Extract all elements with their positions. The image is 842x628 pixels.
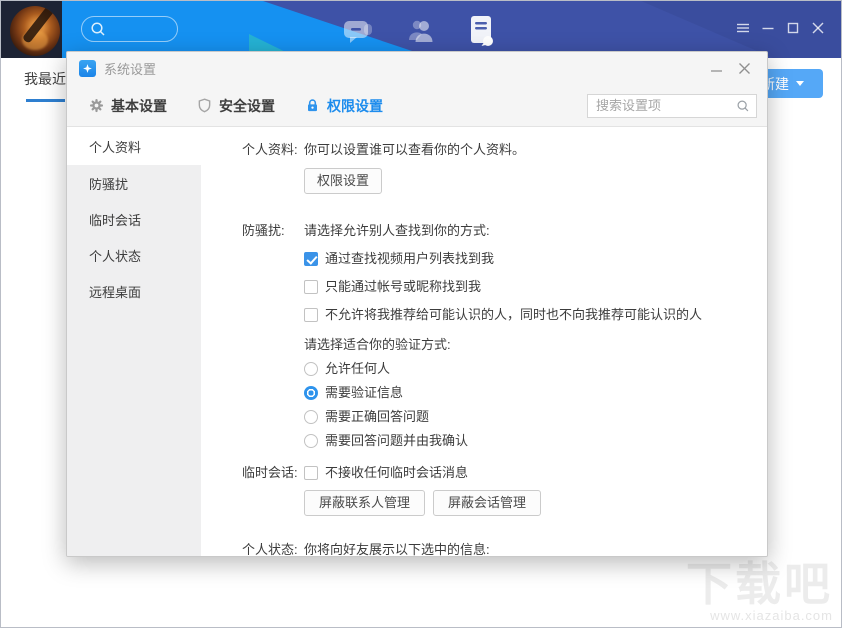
sidebar-item-label: 个人资料 [89, 137, 141, 156]
tab-security-label: 安全设置 [219, 96, 275, 116]
sidebar-item-label: 个人状态 [89, 246, 141, 265]
dialog-tab-bar: 基本设置 安全设置 权限设置 [67, 85, 767, 127]
sidebar-item-label: 防骚扰 [89, 174, 128, 193]
chat-icon[interactable] [342, 17, 374, 45]
app-window: 我最近 新建 下载吧 www.xiazaiba.com 系统设置 [0, 0, 842, 628]
search-icon [90, 21, 106, 37]
dialog-close-icon[interactable] [733, 59, 755, 79]
dialog-minimize-icon[interactable] [705, 59, 727, 79]
checkbox-unchecked[interactable] [304, 466, 318, 480]
checkbox-label: 只能通过帐号或昵称找到我 [325, 278, 481, 296]
settings-content: 个人资料: 你可以设置谁可以查看你的个人资料。 权限设置 防骚扰: 请选择允许别… [201, 127, 767, 556]
close-icon[interactable] [811, 21, 825, 35]
radio-row-answer-question[interactable]: 需要正确回答问题 [304, 408, 749, 426]
tab-recent-active-indicator [26, 99, 65, 102]
radio-row-need-verification[interactable]: 需要验证信息 [304, 384, 749, 402]
watermark-title: 下载吧 [686, 560, 833, 608]
section-anti-harassment: 防骚扰: 请选择允许别人查找到你的方式: 通过查找视频用户列表找到我 只能通过帐… [242, 222, 749, 450]
minimize-icon[interactable] [761, 21, 775, 35]
chevron-down-icon [796, 81, 804, 86]
tab-permission-label: 权限设置 [327, 96, 383, 116]
checkbox-row-account-only[interactable]: 只能通过帐号或昵称找到我 [304, 278, 749, 296]
radio-label: 需要验证信息 [325, 384, 403, 402]
radio-row-allow-anyone[interactable]: 允许任何人 [304, 360, 749, 378]
section-temp-session: 临时会话: 不接收任何临时会话消息 屏蔽联系人管理 屏蔽会话管理 [242, 464, 749, 516]
checkbox-label: 不允许将我推荐给可能认识的人，同时也不向我推荐可能认识的人 [325, 306, 702, 324]
section-label: 临时会话: [242, 464, 304, 516]
checkbox-row-no-temp-messages[interactable]: 不接收任何临时会话消息 [304, 464, 749, 482]
radio-unselected[interactable] [304, 410, 318, 424]
radio-label: 需要正确回答问题 [325, 408, 429, 426]
settings-star-icon [79, 60, 96, 77]
tab-security-settings[interactable]: 安全设置 [197, 96, 275, 116]
radio-row-answer-and-confirm[interactable]: 需要回答问题并由我确认 [304, 432, 749, 450]
radio-unselected[interactable] [304, 362, 318, 376]
checkbox-checked[interactable] [304, 252, 318, 266]
window-controls [736, 21, 825, 35]
checkbox-row-video-list[interactable]: 通过查找视频用户列表找到我 [304, 250, 749, 268]
header-search-input[interactable] [106, 21, 170, 37]
find-methods-title: 请选择允许别人查找到你的方式: [304, 222, 749, 240]
settings-search-input[interactable] [588, 97, 736, 114]
status-description: 你将向好友展示以下选中的信息: [304, 542, 749, 556]
checkbox-unchecked[interactable] [304, 280, 318, 294]
watermark-url: www.xiazaiba.com [686, 608, 833, 623]
blocked-sessions-button[interactable]: 屏蔽会话管理 [433, 490, 541, 516]
section-label: 防骚扰: [242, 222, 304, 450]
dialog-sidebar: 个人资料 防骚扰 临时会话 个人状态 远程桌面 [67, 127, 201, 556]
section-profile: 个人资料: 你可以设置谁可以查看你的个人资料。 权限设置 [242, 141, 749, 194]
header-search[interactable] [81, 16, 178, 42]
lock-icon [305, 98, 320, 113]
sidebar-item-remote-desktop[interactable]: 远程桌面 [67, 273, 201, 309]
radio-selected[interactable] [304, 386, 318, 400]
app-header [1, 1, 842, 58]
sidebar-item-profile[interactable]: 个人资料 [67, 127, 201, 165]
tab-recent[interactable]: 我最近 [24, 69, 66, 89]
sidebar-item-personal-status[interactable]: 个人状态 [67, 237, 201, 273]
permission-settings-button[interactable]: 权限设置 [304, 168, 382, 194]
section-label: 个人资料: [242, 141, 304, 194]
dialog-body: 个人资料 防骚扰 临时会话 个人状态 远程桌面 个人资料: [67, 127, 767, 556]
docs-icon[interactable] [468, 14, 496, 47]
checkbox-unchecked[interactable] [304, 308, 318, 322]
avatar-background [1, 1, 62, 61]
profile-description: 你可以设置谁可以查看你的个人资料。 [304, 141, 749, 159]
settings-dialog: 系统设置 [66, 51, 768, 557]
radio-label: 允许任何人 [325, 360, 390, 378]
watermark: 下载吧 www.xiazaiba.com [686, 560, 833, 623]
blocked-contacts-button[interactable]: 屏蔽联系人管理 [304, 490, 425, 516]
contacts-icon[interactable] [405, 17, 437, 45]
checkbox-label: 不接收任何临时会话消息 [325, 464, 468, 482]
sidebar-item-label: 远程桌面 [89, 282, 141, 301]
gear-icon [89, 98, 104, 113]
section-personal-status: 个人状态: 你将向好友展示以下选中的信息: [242, 542, 749, 556]
verify-title: 请选择适合你的验证方式: [304, 336, 749, 354]
shield-icon [197, 98, 212, 113]
dialog-titlebar[interactable]: 系统设置 [67, 52, 767, 85]
radio-label: 需要回答问题并由我确认 [325, 432, 468, 450]
sidebar-item-temp-session[interactable]: 临时会话 [67, 201, 201, 237]
dialog-title: 系统设置 [104, 59, 156, 78]
settings-search[interactable] [587, 94, 757, 118]
tab-permission-settings[interactable]: 权限设置 [305, 96, 383, 116]
maximize-icon[interactable] [786, 21, 800, 35]
radio-unselected[interactable] [304, 434, 318, 448]
checkbox-label: 通过查找视频用户列表找到我 [325, 250, 494, 268]
checkbox-row-no-recommend[interactable]: 不允许将我推荐给可能认识的人，同时也不向我推荐可能认识的人 [304, 306, 749, 324]
menu-icon[interactable] [736, 21, 750, 35]
tab-basic-label: 基本设置 [111, 96, 167, 116]
search-icon [736, 99, 756, 113]
sidebar-item-anti-harassment[interactable]: 防骚扰 [67, 165, 201, 201]
tab-basic-settings[interactable]: 基本设置 [89, 96, 167, 116]
section-label: 个人状态: [242, 542, 304, 556]
avatar[interactable] [10, 6, 60, 56]
sidebar-item-label: 临时会话 [89, 210, 141, 229]
